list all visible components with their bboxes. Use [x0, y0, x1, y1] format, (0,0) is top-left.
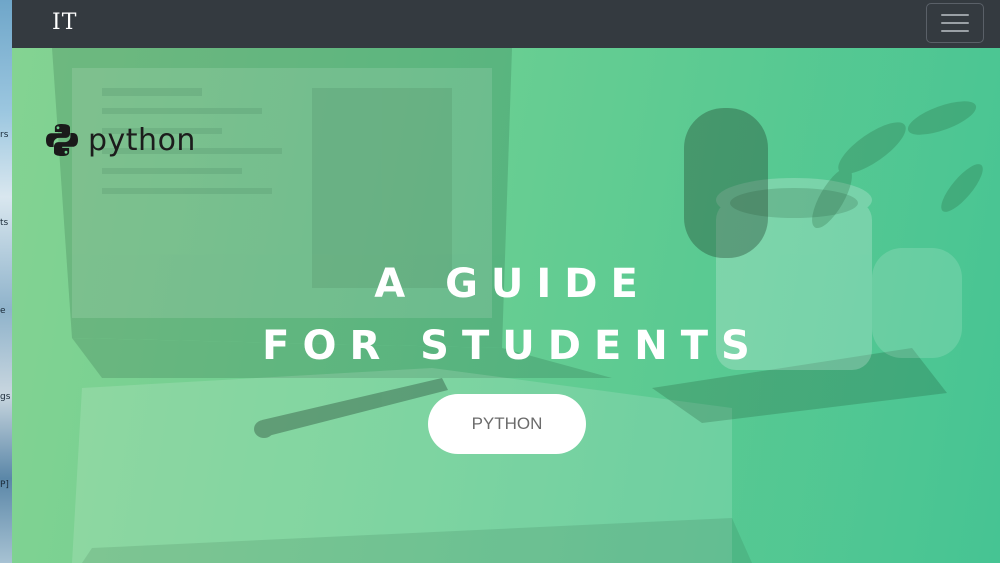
desktop-fragment-text: ts: [0, 218, 9, 228]
headline-line-1: A GUIDE: [374, 260, 651, 307]
hero-headline: A GUIDE FOR STUDENTS: [12, 253, 1000, 377]
desktop-wallpaper-strip: rs ts e gs P]: [0, 0, 12, 563]
headline-line-2: FOR STUDENTS: [262, 322, 763, 369]
python-cta-button[interactable]: PYTHON: [428, 394, 586, 454]
browser-viewport: rs ts e gs P] IT python A GUIDE FOR STUD…: [0, 0, 1000, 563]
top-navbar: IT: [12, 0, 1000, 48]
python-logo-text: python: [88, 122, 196, 158]
desktop-fragment-text: P]: [0, 480, 9, 490]
hamburger-menu-icon: [941, 14, 969, 16]
desktop-fragment-text: gs: [0, 392, 11, 402]
desktop-fragment-text: rs: [0, 130, 9, 140]
python-logo: python: [44, 122, 196, 158]
desktop-fragment-text: e: [0, 306, 6, 316]
python-logo-icon: [46, 124, 78, 156]
brand-link[interactable]: IT: [52, 10, 77, 35]
hamburger-menu-icon: [941, 30, 969, 32]
hamburger-menu-icon: [941, 22, 969, 24]
menu-toggle-button[interactable]: [926, 3, 984, 43]
hero-section: python A GUIDE FOR STUDENTS PYTHON: [12, 48, 1000, 563]
